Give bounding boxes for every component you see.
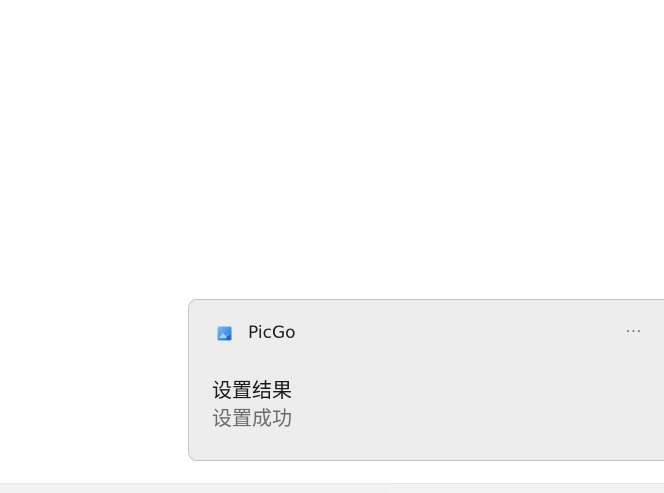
taskbar [0,483,664,493]
toast-notification[interactable]: PicGo ··· 设置结果 设置成功 [188,299,664,461]
more-options-button[interactable]: ··· [619,318,649,346]
toast-header: PicGo ··· [189,300,664,366]
picgo-app-icon [217,326,232,341]
desktop-screen: PicGo ··· 设置结果 设置成功 [0,0,664,493]
notification-title: 设置结果 [212,378,292,402]
notification-body: 设置成功 [212,406,292,430]
taskbar-segment [388,484,664,493]
more-horizontal-icon: ··· [625,324,643,340]
app-name: PicGo [248,323,296,343]
